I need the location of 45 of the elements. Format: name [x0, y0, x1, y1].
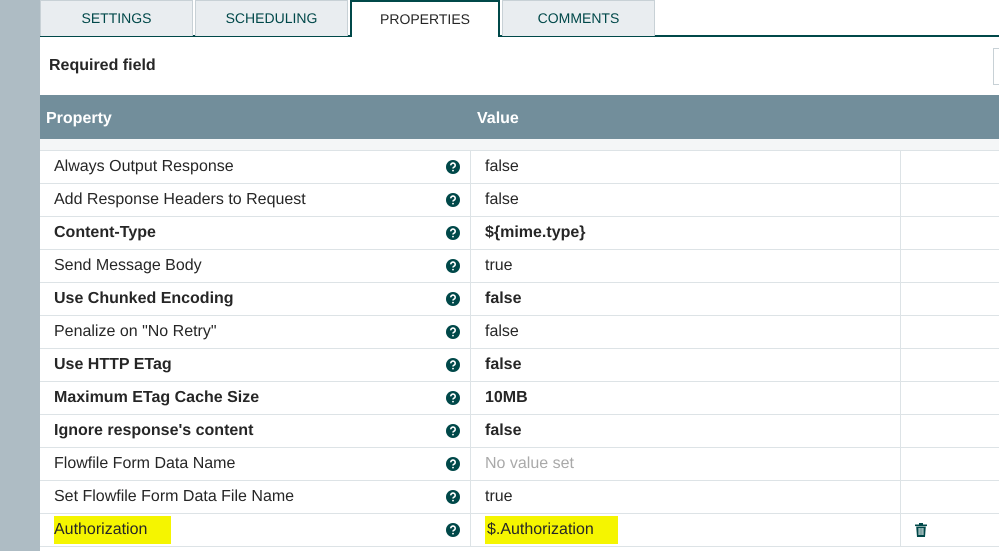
- property-name: Set Flowfile Form Data File Name: [54, 487, 294, 507]
- property-name: Always Output Response: [54, 157, 234, 177]
- help-icon[interactable]: [446, 193, 460, 207]
- property-value: false: [485, 190, 519, 210]
- property-value: 10MB: [485, 388, 528, 408]
- help-icon[interactable]: [446, 424, 460, 438]
- property-name: Use Chunked Encoding: [54, 289, 234, 309]
- property-name: Ignore response's content: [54, 421, 254, 441]
- property-name: Authorization: [54, 516, 172, 544]
- property-value: false: [485, 157, 519, 177]
- help-icon[interactable]: [446, 226, 460, 240]
- property-value: false: [485, 355, 522, 375]
- property-name: Flowfile Form Data Name: [54, 454, 236, 474]
- tab[interactable]: SETTINGS: [40, 0, 193, 36]
- filter-field[interactable]: [993, 48, 999, 84]
- property-value: false: [485, 421, 522, 441]
- delete-icon[interactable]: [915, 523, 927, 537]
- property-value: ${mime.type}: [485, 223, 586, 243]
- property-value: false: [485, 322, 519, 342]
- column-header: Property: [46, 110, 112, 127]
- help-icon[interactable]: [446, 490, 460, 504]
- property-value: true: [485, 487, 513, 507]
- tab[interactable]: PROPERTIES: [350, 0, 500, 37]
- property-name: Add Response Headers to Request: [54, 190, 306, 210]
- help-icon[interactable]: [446, 523, 460, 537]
- required-field-label: Required field: [49, 56, 156, 76]
- help-icon[interactable]: [446, 325, 460, 339]
- property-name: Send Message Body: [54, 256, 202, 276]
- property-value: No value set: [485, 454, 574, 474]
- property-value: false: [485, 289, 522, 309]
- property-value: $.Authorization: [485, 516, 618, 544]
- tab[interactable]: SCHEDULING: [195, 0, 348, 36]
- help-icon[interactable]: [446, 391, 460, 405]
- help-icon[interactable]: [446, 358, 460, 372]
- tab[interactable]: COMMENTS: [502, 0, 655, 36]
- property-name: Content-Type: [54, 223, 156, 243]
- help-icon[interactable]: [446, 160, 460, 174]
- help-icon[interactable]: [446, 259, 460, 273]
- column-header: Value: [477, 110, 519, 127]
- property-name: Use HTTP ETag: [54, 355, 172, 375]
- property-name: Penalize on "No Retry": [54, 322, 217, 342]
- property-name: Maximum ETag Cache Size: [54, 388, 260, 408]
- help-icon[interactable]: [446, 457, 460, 471]
- property-value: true: [485, 256, 513, 276]
- help-icon[interactable]: [446, 292, 460, 306]
